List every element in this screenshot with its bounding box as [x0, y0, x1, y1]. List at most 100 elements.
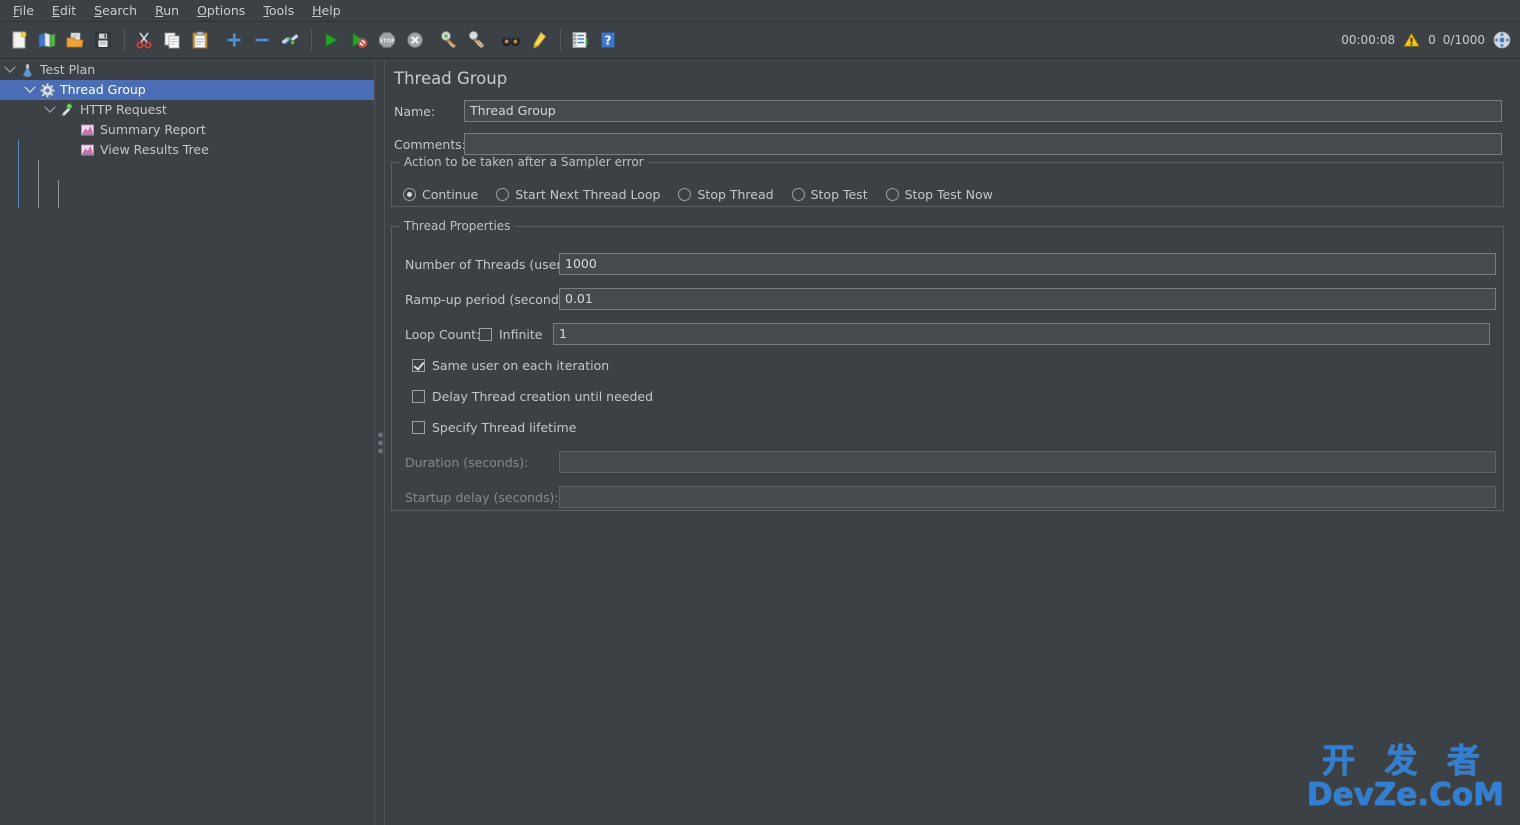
elapsed-time: 00:00:08: [1341, 33, 1396, 47]
loop-count-input[interactable]: 1: [553, 323, 1490, 345]
loop-count-label: Loop Count:: [405, 326, 481, 342]
start-icon[interactable]: [318, 27, 344, 53]
radio-stop-test[interactable]: Stop Test: [791, 187, 868, 202]
copy-icon[interactable]: [159, 27, 185, 53]
menu-help[interactable]: Help: [303, 1, 350, 20]
function-helper-icon[interactable]: [567, 27, 593, 53]
search-icon[interactable]: [498, 27, 524, 53]
menu-run[interactable]: Run: [146, 1, 188, 20]
thread-group-config-panel: Thread Group Name: Thread Group Comments…: [385, 60, 1520, 825]
num-threads-input[interactable]: 1000: [559, 253, 1496, 275]
menu-tools[interactable]: Tools: [254, 1, 303, 20]
paste-icon[interactable]: [187, 27, 213, 53]
templates-icon[interactable]: [34, 27, 60, 53]
same-user-checkbox[interactable]: [412, 359, 425, 372]
num-threads-row: Number of Threads (users): 1000: [405, 253, 1496, 275]
tree-node-label: Thread Group: [60, 82, 146, 97]
clear-all-icon[interactable]: [464, 27, 490, 53]
radio-label: Stop Thread: [697, 187, 774, 202]
status-area: 00:00:08 0 0/1000: [1341, 22, 1512, 58]
tree-node-label: Summary Report: [100, 122, 206, 137]
sampler-error-radios: Continue Start Next Thread Loop Stop Thr…: [403, 187, 1011, 202]
svg-text:?: ?: [605, 34, 612, 48]
name-row: Name: Thread Group: [394, 100, 1514, 122]
toolbar: STOP ? 00:00:08 0 0/1000: [0, 22, 1520, 59]
radio-continue[interactable]: Continue: [403, 187, 478, 202]
specify-thread-lifetime-checkbox[interactable]: [412, 421, 425, 434]
page-title: Thread Group: [394, 69, 508, 88]
thread-properties-group-title: Thread Properties: [400, 219, 515, 233]
listener-icon: [78, 122, 96, 138]
tree-guide-line: [38, 160, 39, 208]
loop-count-row: Loop Count: Infinite 1: [405, 323, 1490, 345]
stop-icon: STOP: [374, 27, 400, 53]
same-user-each-iteration-checkbox-row[interactable]: Same user on each iteration: [412, 358, 609, 373]
ramp-up-row: Ramp-up period (seconds): 0.01: [405, 288, 1496, 310]
radio-label: Start Next Thread Loop: [515, 187, 661, 202]
menu-edit[interactable]: Edit: [43, 1, 85, 20]
radio-label: Stop Test Now: [904, 187, 993, 202]
menu-options[interactable]: Options: [188, 1, 254, 20]
tree-node-view-results-tree[interactable]: View Results Tree: [0, 140, 374, 160]
splitter-grip[interactable]: [378, 432, 383, 453]
radio-stop-thread[interactable]: Stop Thread: [678, 187, 774, 202]
svg-text:STOP: STOP: [379, 38, 395, 44]
duration-label: Duration (seconds):: [405, 454, 529, 470]
name-input[interactable]: Thread Group: [464, 100, 1502, 122]
test-plan-icon: [18, 62, 36, 78]
start-no-pauses-icon[interactable]: [346, 27, 372, 53]
toggle-icon[interactable]: [277, 27, 303, 53]
toolbar-separator: [124, 29, 125, 51]
open-icon[interactable]: [62, 27, 88, 53]
loop-infinite-label: Infinite: [499, 326, 543, 342]
tree-node-label: HTTP Request: [80, 102, 167, 117]
comments-label: Comments:: [394, 136, 466, 152]
clear-icon[interactable]: [436, 27, 462, 53]
startup-delay-row: Startup delay (seconds):: [405, 486, 1496, 508]
startup-delay-label: Startup delay (seconds):: [405, 489, 559, 505]
chevron-down-icon[interactable]: [22, 81, 38, 98]
delay-thread-creation-checkbox-row[interactable]: Delay Thread creation until needed: [412, 389, 653, 404]
tree-node-label: View Results Tree: [100, 142, 209, 157]
shutdown-icon: [402, 27, 428, 53]
menu-file[interactable]: File: [4, 1, 43, 20]
comments-input[interactable]: [464, 133, 1502, 155]
tree-node-http-request[interactable]: HTTP Request: [0, 100, 374, 120]
cut-icon[interactable]: [131, 27, 157, 53]
name-label: Name:: [394, 103, 436, 119]
toolbar-separator-3: [560, 29, 561, 51]
chevron-down-icon[interactable]: [2, 61, 18, 78]
radio-start-next-thread-loop[interactable]: Start Next Thread Loop: [496, 187, 660, 202]
threads-running-count: 0/1000: [1442, 33, 1485, 47]
save-icon[interactable]: [90, 27, 116, 53]
help-icon[interactable]: ?: [595, 27, 621, 53]
tree-node-label: Test Plan: [40, 62, 96, 77]
expand-all-icon[interactable]: [221, 27, 247, 53]
warning-triangle-icon[interactable]: [1402, 31, 1421, 49]
jmeter-window: File Edit Search Run Options Tools Help: [0, 0, 1520, 825]
ramp-up-label: Ramp-up period (seconds):: [405, 291, 575, 307]
ramp-up-input[interactable]: 0.01: [559, 288, 1496, 310]
specify-thread-lifetime-checkbox-row[interactable]: Specify Thread lifetime: [412, 420, 576, 435]
tree-node-summary-report[interactable]: Summary Report: [0, 120, 374, 140]
radio-label: Stop Test: [810, 187, 868, 202]
radio-indicator: [885, 188, 899, 201]
tree-node-thread-group[interactable]: Thread Group: [0, 80, 374, 100]
tree-node-test-plan[interactable]: Test Plan: [0, 60, 374, 80]
radio-label: Continue: [422, 187, 479, 202]
menu-search[interactable]: Search: [85, 1, 146, 20]
connection-icon[interactable]: [1492, 30, 1512, 50]
new-icon[interactable]: [6, 27, 32, 53]
reset-search-icon[interactable]: [526, 27, 552, 53]
radio-stop-test-now[interactable]: Stop Test Now: [885, 187, 993, 202]
specify-thread-lifetime-label: Specify Thread lifetime: [432, 420, 577, 435]
main-split-pane: Test Plan Thread Group HTTP Request Summ…: [0, 60, 1520, 825]
loop-infinite-checkbox[interactable]: [479, 327, 492, 341]
test-plan-tree-panel: Test Plan Thread Group HTTP Request Summ…: [0, 60, 374, 825]
collapse-all-icon[interactable]: [249, 27, 275, 53]
split-pane-divider[interactable]: [374, 60, 385, 825]
radio-indicator: [403, 188, 416, 201]
toolbar-separator-2: [311, 29, 312, 51]
chevron-down-icon[interactable]: [42, 101, 58, 118]
delay-thread-creation-checkbox[interactable]: [412, 390, 425, 403]
